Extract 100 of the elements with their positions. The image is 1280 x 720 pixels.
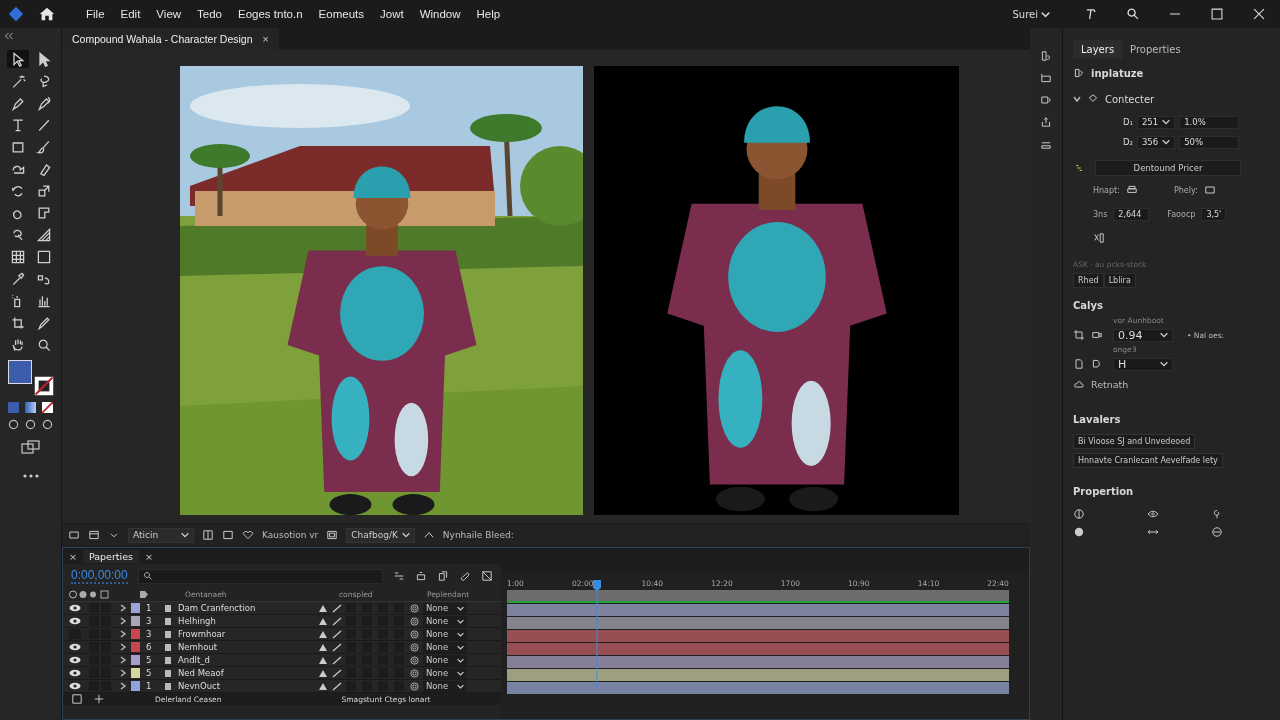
clip-icon[interactable]: [459, 570, 471, 582]
mode-dropdown[interactable]: Chafbog/K: [346, 527, 415, 543]
list-entry[interactable]: Bi Vioose SJ and Unvedeoed: [1073, 434, 1196, 449]
switch-box[interactable]: [89, 603, 99, 613]
menu-item[interactable]: Eomeuts: [310, 8, 372, 20]
parent-dropdown[interactable]: None: [423, 654, 467, 666]
caret-icon[interactable]: [401, 531, 410, 539]
percent-field[interactable]: 50%: [1179, 135, 1240, 149]
value-dropdown[interactable]: 251: [1136, 115, 1176, 129]
layer-name[interactable]: NevnOuct: [178, 681, 318, 691]
menu-item[interactable]: Help: [468, 8, 509, 20]
section-title[interactable]: Contecter: [1105, 93, 1155, 105]
value-dropdown[interactable]: H: [1113, 357, 1173, 371]
render-icon[interactable]: [71, 693, 83, 705]
close-panel-button[interactable]: ×: [69, 550, 77, 562]
more-tools-icon[interactable]: [22, 474, 39, 478]
parent-dropdown[interactable]: None: [423, 667, 467, 679]
contrast-icon[interactable]: [1211, 526, 1223, 538]
none-mode-icon[interactable]: [42, 402, 53, 413]
factor-field[interactable]: 3,5': [1201, 207, 1227, 221]
layer-name[interactable]: Ned Meaof: [178, 668, 318, 678]
graph-editor-icon[interactable]: [481, 570, 493, 582]
label-color-chip[interactable]: [131, 642, 140, 652]
menu-item[interactable]: Window: [411, 8, 469, 20]
value-dropdown[interactable]: 356: [1136, 135, 1176, 149]
switch-box[interactable]: [346, 603, 356, 613]
panel-tab[interactable]: Properties: [1122, 39, 1189, 59]
close-tab-button[interactable]: ×: [262, 33, 269, 45]
copy-icon[interactable]: [437, 570, 449, 582]
panel-tab[interactable]: Paperties: [82, 549, 140, 563]
switch-box[interactable]: [378, 603, 388, 613]
screen-mode-icon[interactable]: [20, 440, 41, 454]
layer-name[interactable]: Nemhout: [178, 642, 318, 652]
parent-dropdown[interactable]: None: [423, 628, 467, 640]
switch-box[interactable]: [394, 603, 404, 613]
parent-dropdown[interactable]: None: [423, 602, 467, 614]
close-panel-button[interactable]: ×: [145, 550, 153, 562]
document-tab[interactable]: Compound Wahala - Character Design: [72, 33, 253, 45]
playhead[interactable]: [593, 580, 602, 688]
circle-icon[interactable]: [1073, 526, 1085, 538]
tag[interactable]: Lblira: [1103, 273, 1136, 288]
caret-icon[interactable]: [1162, 118, 1171, 126]
menu-item[interactable]: View: [148, 8, 190, 20]
label-color-chip[interactable]: [131, 616, 140, 626]
collapse-icon[interactable]: [4, 32, 14, 40]
action-button[interactable]: Dentound Pricer: [1095, 160, 1241, 176]
menu-item[interactable]: File: [78, 8, 113, 20]
caret-icon[interactable]: [1160, 360, 1168, 368]
eye-icon[interactable]: [69, 669, 81, 677]
app-logo-icon[interactable]: [8, 6, 24, 22]
value-dropdown[interactable]: 0.94: [1113, 328, 1173, 342]
eye-icon[interactable]: [69, 656, 81, 664]
layer-name[interactable]: Frowmhoar: [178, 629, 318, 639]
home-icon[interactable]: [38, 5, 56, 23]
export-icon[interactable]: [1040, 116, 1052, 128]
percent-field[interactable]: 1.0%: [1179, 115, 1240, 129]
gradient-mode-icon[interactable]: [25, 402, 36, 413]
layer-name[interactable]: Andlt_d: [178, 655, 318, 665]
parent-dropdown[interactable]: None: [423, 641, 467, 653]
caret-icon[interactable]: [1160, 331, 1168, 339]
menu-item[interactable]: Tedo: [189, 8, 230, 20]
layer-name[interactable]: Helhingh: [178, 616, 318, 626]
label-color-chip[interactable]: [131, 629, 140, 639]
menu-item[interactable]: Edit: [112, 8, 149, 20]
color-mode-icon[interactable]: [8, 402, 19, 413]
tag[interactable]: Rhed: [1073, 273, 1104, 288]
timecode[interactable]: 0:00,00:00: [71, 568, 128, 584]
parent-dropdown[interactable]: None: [423, 615, 467, 627]
eye-icon[interactable]: [69, 617, 81, 625]
label-color-chip[interactable]: [131, 603, 140, 613]
layer-name[interactable]: Dam Cranfenction: [178, 603, 318, 613]
eye-icon[interactable]: [69, 604, 81, 612]
caret-icon[interactable]: [181, 531, 189, 539]
eye-icon[interactable]: [1147, 508, 1159, 520]
flowchart-icon[interactable]: [393, 570, 405, 582]
draw-mode-icon[interactable]: [25, 419, 36, 430]
printer-icon[interactable]: [1125, 184, 1138, 196]
card-icon[interactable]: [1203, 184, 1216, 196]
size-field[interactable]: 2,644: [1113, 207, 1150, 221]
switch-box[interactable]: [101, 603, 111, 613]
menu-item[interactable]: Eoges tnto.n: [230, 8, 311, 20]
label-color-chip[interactable]: [131, 655, 140, 665]
caret-icon[interactable]: [1041, 9, 1050, 19]
toggle-icon[interactable]: [93, 693, 105, 705]
eye-icon[interactable]: [69, 643, 81, 651]
draw-mode-icon[interactable]: [8, 419, 19, 430]
preset-dropdown[interactable]: Aticin: [128, 527, 194, 543]
list-entry[interactable]: Hnnavte Cranlecant Aevelfade lety: [1073, 453, 1223, 468]
fill-color-swatch[interactable]: [7, 360, 32, 384]
label-color-chip[interactable]: [131, 668, 140, 678]
draw-mode-icon[interactable]: [42, 419, 53, 430]
stroke-swatch[interactable]: [33, 376, 54, 396]
panel-tab[interactable]: Layers: [1073, 39, 1123, 59]
menu-item[interactable]: Jowt: [372, 8, 412, 20]
maximize-icon[interactable]: [1210, 7, 1224, 21]
switch-box[interactable]: [362, 603, 372, 613]
caret-icon[interactable]: [1162, 138, 1171, 146]
eye-icon[interactable]: [69, 682, 81, 690]
close-icon[interactable]: [1252, 7, 1266, 21]
parent-dropdown[interactable]: None: [423, 680, 467, 692]
